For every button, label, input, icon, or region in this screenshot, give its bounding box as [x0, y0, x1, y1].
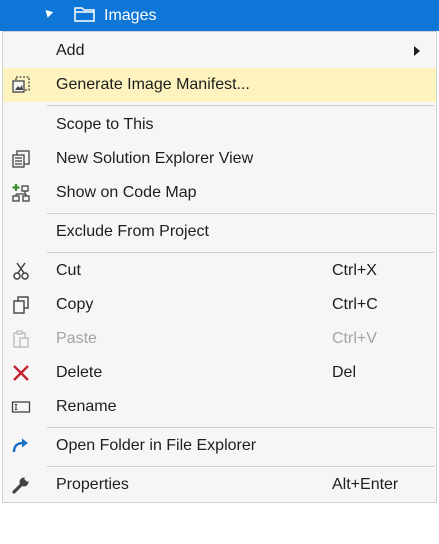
menu-item-label: Add: [56, 42, 85, 59]
menu-item-label: Exclude From Project: [56, 223, 209, 240]
menu-item-label: Rename: [56, 398, 117, 415]
menu-item-generate-image-manifest[interactable]: Generate Image Manifest...: [3, 68, 436, 102]
menu-item-cut[interactable]: Cut Ctrl+X: [3, 254, 436, 288]
scissors-icon: [11, 261, 31, 281]
menu-item-label: Cut: [56, 262, 81, 279]
image-manifest-icon: [11, 75, 31, 95]
menu-separator: [47, 105, 434, 106]
menu-separator: [47, 427, 434, 428]
menu-item-paste: Paste Ctrl+V: [3, 322, 436, 356]
wrench-icon: [11, 475, 31, 495]
menu-item-label: Generate Image Manifest...: [56, 76, 250, 93]
folder-icon: [74, 5, 96, 23]
menu-separator: [47, 252, 434, 253]
menu-separator: [47, 213, 434, 214]
solution-explorer-selected-node[interactable]: Images: [0, 0, 439, 31]
menu-item-scope-to-this[interactable]: Scope to This: [3, 108, 436, 142]
open-folder-arrow-icon: [11, 436, 31, 456]
menu-item-exclude-from-project[interactable]: Exclude From Project: [3, 215, 436, 249]
menu-item-open-folder-in-file-explorer[interactable]: Open Folder in File Explorer: [3, 429, 436, 463]
new-solution-explorer-view-icon: [11, 149, 31, 169]
menu-item-rename[interactable]: Rename: [3, 390, 436, 424]
menu-item-add[interactable]: Add: [3, 34, 436, 68]
menu-item-shortcut: Alt+Enter: [332, 476, 399, 493]
paste-icon: [11, 329, 31, 349]
menu-item-shortcut: Ctrl+X: [332, 262, 377, 279]
menu-item-label: Paste: [56, 330, 97, 347]
code-map-icon: [11, 183, 31, 203]
delete-x-icon: [11, 363, 31, 383]
menu-item-properties[interactable]: Properties Alt+Enter: [3, 468, 436, 502]
node-label: Images: [104, 7, 157, 24]
menu-item-shortcut: Ctrl+V: [332, 330, 377, 347]
menu-item-show-on-code-map[interactable]: Show on Code Map: [3, 176, 436, 210]
menu-item-label: Open Folder in File Explorer: [56, 437, 257, 454]
copy-icon: [11, 295, 31, 315]
menu-item-shortcut: Del: [332, 364, 357, 381]
menu-item-label: Show on Code Map: [56, 184, 197, 201]
context-menu: Add Generate Image Manifest... Scope to …: [2, 31, 437, 503]
menu-item-label: Properties: [56, 476, 129, 493]
expanded-arrow-icon[interactable]: [42, 7, 54, 18]
menu-item-new-solution-explorer-view[interactable]: New Solution Explorer View: [3, 142, 436, 176]
menu-item-label: Delete: [56, 364, 103, 381]
menu-item-label: Copy: [56, 296, 94, 313]
submenu-arrow-icon: [414, 46, 420, 56]
menu-item-copy[interactable]: Copy Ctrl+C: [3, 288, 436, 322]
menu-separator: [47, 466, 434, 467]
rename-icon: [11, 397, 31, 417]
menu-item-shortcut: Ctrl+C: [332, 296, 378, 313]
menu-item-label: Scope to This: [56, 116, 154, 133]
menu-item-delete[interactable]: Delete Del: [3, 356, 436, 390]
menu-item-label: New Solution Explorer View: [56, 150, 254, 167]
